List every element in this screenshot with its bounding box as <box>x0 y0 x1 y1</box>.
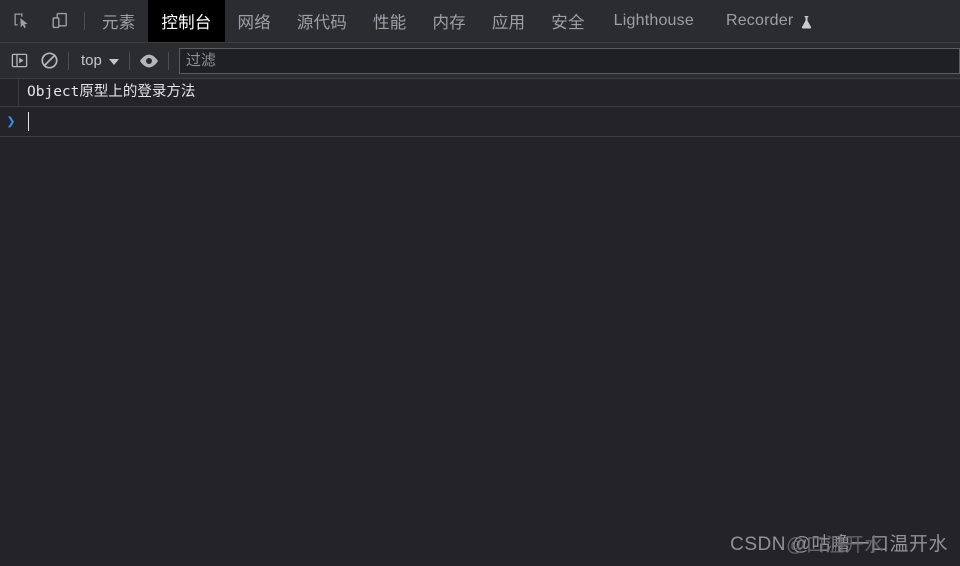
tab-network[interactable]: 网络 <box>225 0 284 42</box>
tab-console-label: 控制台 <box>161 14 212 32</box>
console-body[interactable]: Object原型上的登录方法 ❯ CSDN @咕噜一口温开水 @口温开水 <box>0 79 960 566</box>
devtools-tabbar: 元素 控制台 网络 源代码 性能 内存 应用 安全 Lighthouse Rec… <box>0 0 960 43</box>
devtools-tabs: 元素 控制台 网络 源代码 性能 内存 应用 安全 Lighthouse Rec… <box>89 0 960 42</box>
tab-console[interactable]: 控制台 <box>148 0 225 42</box>
tab-recorder[interactable]: Recorder <box>710 0 829 42</box>
tabbar-left-icons <box>0 0 80 42</box>
csdn-watermark: CSDN @咕噜一口温开水 @口温开水 <box>730 529 948 556</box>
tab-application-label: 应用 <box>491 14 526 32</box>
tabbar-divider <box>84 12 85 30</box>
console-prompt-input[interactable] <box>22 111 960 133</box>
tab-performance-label: 性能 <box>373 14 407 32</box>
tab-security-label: 安全 <box>551 14 585 32</box>
prompt-arrow-icon: ❯ <box>6 112 16 130</box>
tab-recorder-label: Recorder <box>725 12 794 29</box>
console-sidebar-icon[interactable] <box>4 47 34 75</box>
watermark-ghost-text: @口温开水 <box>786 535 884 556</box>
clear-console-icon[interactable] <box>34 47 64 75</box>
tab-sources-label: 源代码 <box>296 14 348 32</box>
chevron-down-icon <box>108 58 119 65</box>
tab-application[interactable]: 应用 <box>479 0 538 42</box>
inspect-element-icon[interactable] <box>8 7 36 35</box>
console-prompt-row[interactable]: ❯ <box>0 107 960 137</box>
tab-memory-label: 内存 <box>432 14 466 32</box>
filter-field-wrap <box>178 47 960 74</box>
tab-performance[interactable]: 性能 <box>360 0 419 42</box>
toolbar-divider-2 <box>128 51 130 70</box>
device-toolbar-icon[interactable] <box>46 7 74 35</box>
tab-sources[interactable]: 源代码 <box>284 0 360 42</box>
console-message-text: Object原型上的登录方法 <box>27 84 196 100</box>
tab-security[interactable]: 安全 <box>538 0 597 42</box>
devtools-window: 元素 控制台 网络 源代码 性能 内存 应用 安全 Lighthouse Rec… <box>0 0 960 566</box>
toolbar-divider-1 <box>68 51 69 70</box>
console-toolbar: top <box>0 43 960 79</box>
tab-memory[interactable]: 内存 <box>419 0 478 42</box>
execution-context-value: top <box>81 52 102 69</box>
tab-lighthouse-label: Lighthouse <box>613 12 694 29</box>
toolbar-divider-3 <box>167 51 169 70</box>
tab-elements-label: 元素 <box>102 14 136 32</box>
text-caret <box>28 112 29 131</box>
tab-network-label: 网络 <box>237 14 271 32</box>
watermark-text: CSDN @咕噜一口温开水 <box>730 534 948 555</box>
console-message-gutter <box>0 79 19 106</box>
execution-context-selector[interactable]: top <box>73 49 125 73</box>
console-message-row[interactable]: Object原型上的登录方法 <box>0 79 960 107</box>
tab-elements[interactable]: 元素 <box>89 0 148 42</box>
tab-lighthouse[interactable]: Lighthouse <box>598 0 710 42</box>
filter-input[interactable] <box>178 47 960 74</box>
eye-icon[interactable] <box>134 47 164 75</box>
flask-experiment-icon <box>800 15 813 30</box>
